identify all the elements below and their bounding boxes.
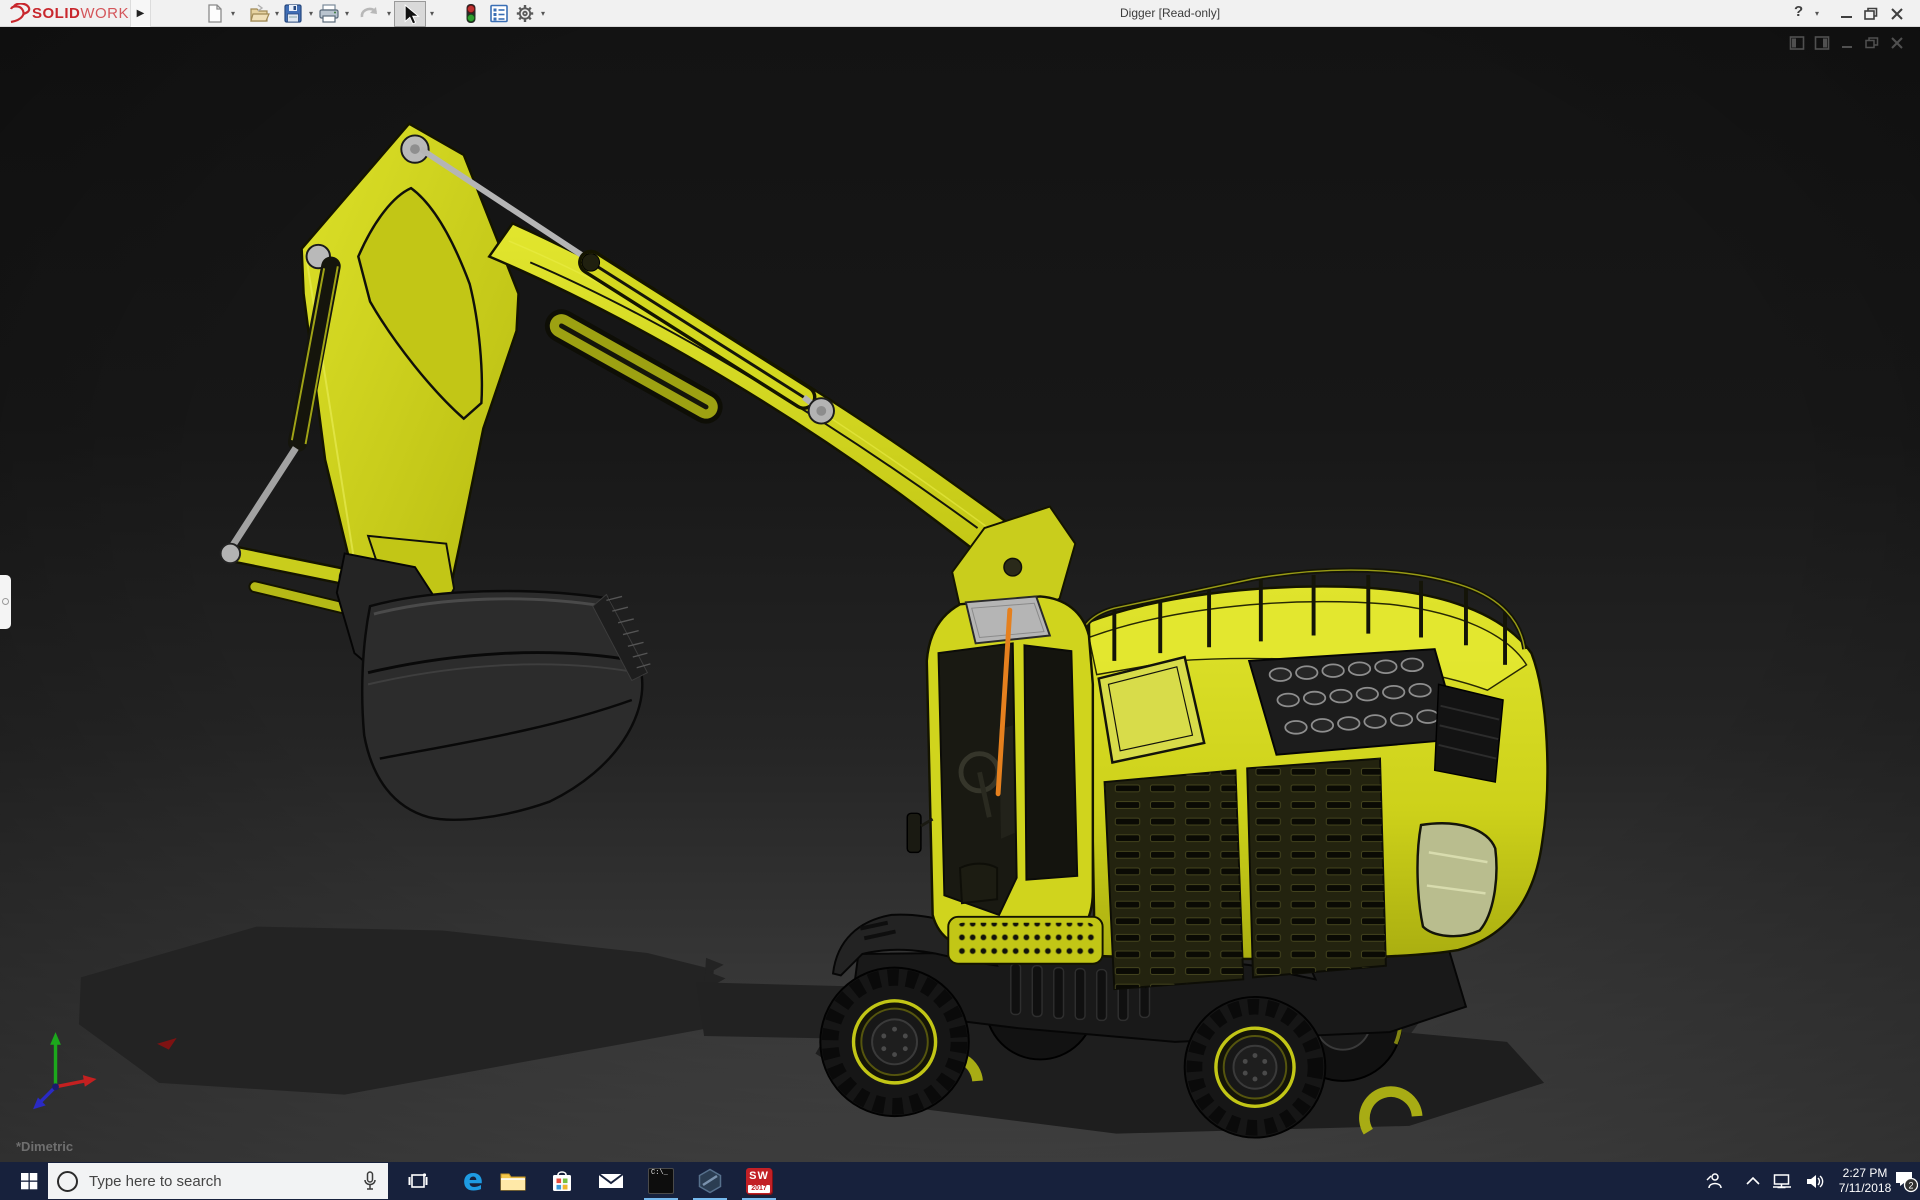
triad-x-axis <box>56 1081 85 1087</box>
new-document-icon[interactable] <box>204 3 226 24</box>
document-window-controls <box>1789 35 1906 51</box>
taskbar-app-edrawings[interactable] <box>688 1162 732 1200</box>
digger-model-scene[interactable] <box>0 27 1920 1162</box>
select-cursor-icon[interactable] <box>400 4 422 25</box>
search-placeholder: Type here to search <box>89 1173 362 1190</box>
tray-network-icon[interactable] <box>1768 1162 1798 1200</box>
new-document-caret[interactable]: ▾ <box>228 9 238 18</box>
graphics-viewport[interactable]: *Dimetric <box>0 27 1920 1162</box>
open-caret[interactable]: ▾ <box>272 9 282 18</box>
print-icon[interactable] <box>318 3 340 24</box>
tray-time: 2:27 PM <box>1832 1166 1898 1181</box>
cab-step-plate[interactable] <box>948 917 1102 964</box>
title-bar: SOLIDWORKS ▶ ▾ ▾ ▾ ▾ ▾ ▾ <box>0 0 1920 27</box>
print-caret[interactable]: ▾ <box>342 9 352 18</box>
microphone-icon[interactable] <box>362 1171 378 1191</box>
cab-side-window <box>1024 645 1077 879</box>
minimize-button[interactable] <box>1838 5 1856 23</box>
taskbar-app-command-prompt[interactable]: C:\_ <box>639 1162 683 1200</box>
mail-icon <box>598 1171 624 1191</box>
door-recess <box>960 864 997 904</box>
restore-button[interactable] <box>1862 5 1880 23</box>
feature-manager-flyout-tab[interactable] <box>0 575 11 629</box>
taskbar-app-mail[interactable] <box>589 1162 633 1200</box>
rear-wheel[interactable] <box>1185 997 1326 1138</box>
taskbar-search-box[interactable]: Type here to search <box>48 1163 388 1199</box>
document-title: Digger [Read-only] <box>1120 6 1220 20</box>
task-view-button[interactable] <box>396 1162 440 1200</box>
notification-badge: 2 <box>1908 1181 1913 1191</box>
bucket-cylinder-rod <box>231 448 295 548</box>
body-deck[interactable] <box>1089 586 1547 989</box>
side-mirror <box>907 813 921 852</box>
bucket[interactable] <box>362 591 650 820</box>
file-explorer-icon <box>500 1170 526 1192</box>
solidworks-logo-mark <box>8 3 32 25</box>
doc-restore-icon[interactable] <box>1864 35 1881 51</box>
flyout-pin-icon <box>2 598 9 605</box>
cab[interactable] <box>907 596 1093 950</box>
help-caret[interactable]: ▾ <box>1812 9 1822 18</box>
undo-icon[interactable] <box>358 3 380 24</box>
taskbar-app-store[interactable] <box>540 1162 584 1200</box>
options-caret[interactable]: ▾ <box>538 9 548 18</box>
windows-taskbar: Type here to search e <box>0 1162 1920 1200</box>
doc-minimize-icon[interactable] <box>1839 35 1856 51</box>
front-wheel[interactable] <box>820 968 968 1116</box>
pane-left-icon[interactable] <box>1789 35 1806 51</box>
tray-clock[interactable]: 2:27 PM 7/11/2018 <box>1832 1166 1898 1196</box>
action-center-button[interactable]: 2 <box>1892 1162 1920 1200</box>
close-button[interactable] <box>1888 5 1906 23</box>
undo-caret[interactable]: ▾ <box>384 9 394 18</box>
options-gear-icon[interactable] <box>514 3 536 24</box>
pane-right-icon[interactable] <box>1814 35 1831 51</box>
tray-date: 7/11/2018 <box>1832 1181 1898 1196</box>
boom[interactable] <box>489 223 1038 572</box>
tray-people-icon[interactable] <box>1698 1162 1728 1200</box>
taskbar-app-edge[interactable]: e <box>451 1162 495 1200</box>
edge-icon: e <box>463 1166 483 1196</box>
taskbar-app-file-explorer[interactable] <box>491 1162 535 1200</box>
tray-volume-icon[interactable] <box>1800 1162 1830 1200</box>
task-view-icon <box>408 1172 428 1190</box>
windows-logo-icon <box>20 1172 38 1190</box>
select-caret[interactable]: ▾ <box>427 9 437 18</box>
save-icon[interactable] <box>282 3 304 24</box>
side-grille-left <box>1105 770 1244 989</box>
solidworks-logo: SOLIDWORKS <box>8 2 140 25</box>
edrawings-hexagon-icon <box>697 1168 723 1194</box>
logo-text-bold: SOLID <box>32 5 80 22</box>
command-prompt-icon: C:\_ <box>648 1168 674 1194</box>
save-caret[interactable]: ▾ <box>306 9 316 18</box>
menu-expand-arrow[interactable]: ▶ <box>130 0 151 27</box>
view-orientation-triad <box>33 1032 96 1109</box>
open-icon[interactable] <box>248 3 270 24</box>
help-button[interactable]: ? <box>1794 3 1812 21</box>
store-icon <box>550 1169 574 1193</box>
action-center-icon: 2 <box>1894 1169 1918 1193</box>
properties-icon[interactable] <box>488 3 510 24</box>
cortana-icon <box>57 1171 78 1192</box>
start-button[interactable] <box>10 1162 48 1200</box>
rebuild-traffic-light-icon[interactable] <box>460 3 482 24</box>
view-orientation-label: *Dimetric <box>16 1139 73 1154</box>
side-grille-right <box>1247 759 1386 978</box>
taskbar-app-solidworks[interactable]: SW 2017 <box>737 1162 781 1200</box>
tray-chevron-up-icon[interactable] <box>1738 1162 1768 1200</box>
solidworks-app-icon: SW 2017 <box>746 1168 772 1194</box>
rear-window <box>1417 823 1496 936</box>
doc-close-icon[interactable] <box>1889 35 1906 51</box>
